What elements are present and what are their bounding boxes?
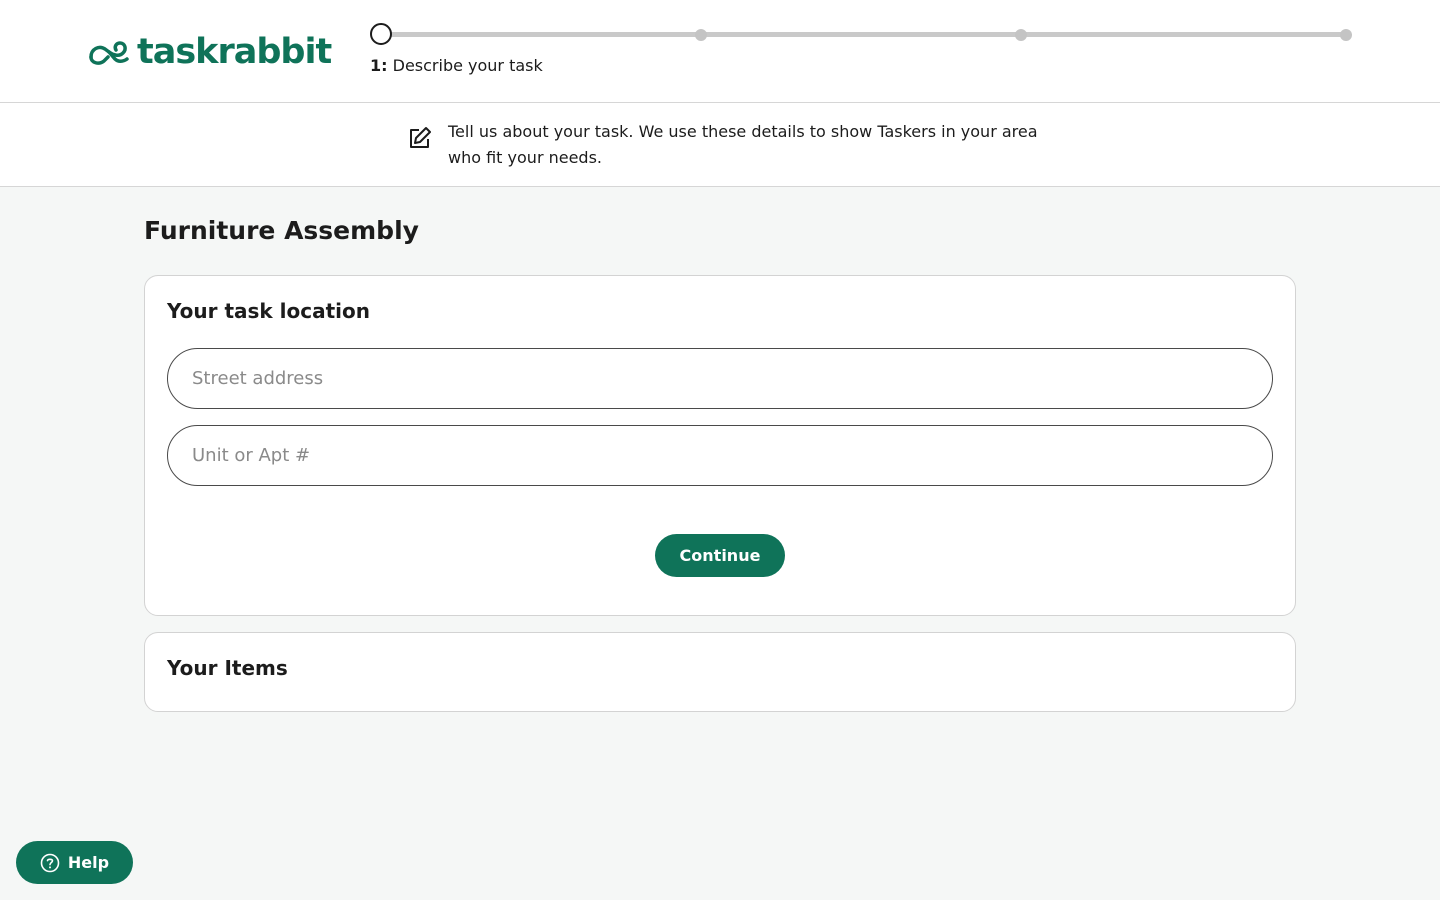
step-dot-4 [1340, 29, 1352, 41]
rabbit-logo-icon [89, 41, 129, 65]
step-dot-2 [695, 29, 707, 41]
logo-wordmark: taskrabbit [137, 32, 332, 72]
step-dot-3 [1015, 29, 1027, 41]
current-step-label: 1: Describe your task [370, 56, 543, 75]
continue-button[interactable]: Continue [655, 534, 785, 577]
step-current-indicator [370, 23, 392, 45]
help-label: Help [67, 853, 110, 872]
your-items-card[interactable]: Your Items [144, 632, 1296, 712]
task-location-title: Your task location [167, 299, 371, 323]
progress-track [382, 32, 1346, 37]
question-circle-icon [40, 853, 60, 872]
step-progress: 1: Describe your task [370, 22, 1355, 82]
help-button[interactable]: Help [16, 841, 133, 884]
step-number: 1: [370, 56, 388, 75]
street-address-input[interactable] [167, 348, 1273, 409]
step-title: Describe your task [392, 56, 543, 75]
task-location-card: Your task location Continue [144, 275, 1296, 616]
info-text: Tell us about your task. We use these de… [448, 122, 1038, 167]
unit-apt-input[interactable] [167, 425, 1273, 486]
header: taskrabbit 1: Describe your task [0, 0, 1440, 103]
info-banner: Tell us about your task. We use these de… [0, 103, 1440, 187]
edit-icon [410, 127, 431, 148]
taskrabbit-logo[interactable]: taskrabbit [87, 30, 332, 74]
page-title: Furniture Assembly [144, 216, 419, 245]
your-items-title: Your Items [167, 656, 288, 680]
